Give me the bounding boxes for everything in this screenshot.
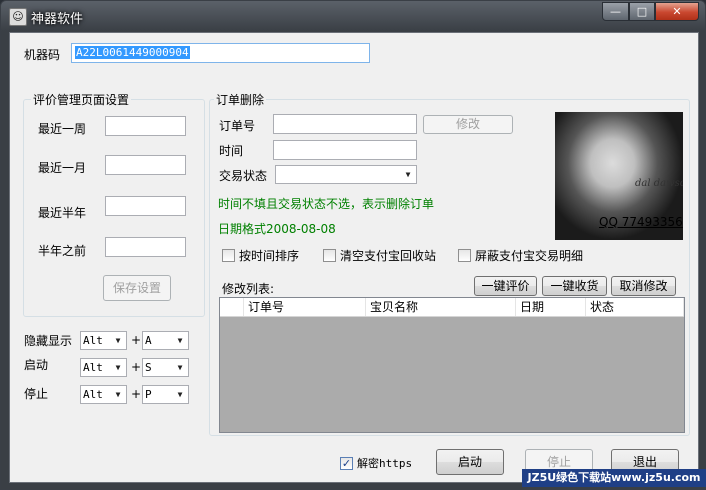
modify-button[interactable]: 修改 bbox=[423, 115, 513, 134]
list-header: 订单号 宝贝名称 日期 状态 bbox=[220, 298, 684, 317]
client-area: 机器码 A22L0061449000904 评价管理页面设置 最近一周 最近一月… bbox=[9, 32, 699, 483]
hotkey-label-stop: 停止 bbox=[24, 387, 49, 401]
window-title: 神器软件 bbox=[31, 12, 84, 27]
order-delete-title: 订单删除 bbox=[214, 91, 267, 108]
title-bar[interactable]: ☺ 神器软件 — □ ✕ bbox=[1, 1, 705, 31]
start-modifier-select[interactable]: Alt ▼ bbox=[80, 358, 127, 377]
modify-list-title: 修改列表: bbox=[222, 282, 275, 296]
start-key-select[interactable]: S ▼ bbox=[142, 358, 189, 377]
hotkey-label-start: 启动 bbox=[24, 358, 49, 372]
before-half-year-input[interactable] bbox=[105, 237, 186, 257]
one-click-receive-button[interactable]: 一键收货 bbox=[542, 276, 607, 296]
column-header-item-name[interactable]: 宝贝名称 bbox=[366, 298, 516, 316]
machine-code-label: 机器码 bbox=[24, 48, 61, 62]
field-label-half-year: 最近半年 bbox=[38, 206, 87, 220]
clear-recycle-checkbox[interactable] bbox=[323, 249, 336, 262]
minimize-button[interactable]: — bbox=[602, 2, 629, 21]
hide-modifier-select[interactable]: Alt ▼ bbox=[80, 331, 127, 350]
plus-sign: + bbox=[131, 360, 142, 374]
chevron-down-icon: ▼ bbox=[177, 336, 183, 345]
column-header-date[interactable]: 日期 bbox=[516, 298, 586, 316]
order-no-label: 订单号 bbox=[219, 119, 256, 133]
photo-signature: dal dawson bbox=[635, 178, 683, 189]
site-watermark: JZ5U绿色下载站www.jz5u.com bbox=[522, 469, 706, 487]
month-input[interactable] bbox=[105, 155, 186, 175]
machine-code-value: A22L0061449000904 bbox=[75, 46, 190, 59]
field-label-month: 最近一月 bbox=[38, 161, 87, 175]
decrypt-https-label: 解密https bbox=[357, 457, 413, 470]
start-key-value: S bbox=[145, 361, 152, 374]
save-settings-button[interactable]: 保存设置 bbox=[103, 275, 171, 301]
time-label: 时间 bbox=[219, 144, 244, 158]
sort-by-time-checkbox[interactable] bbox=[222, 249, 235, 262]
decrypt-https-checkbox[interactable]: ✓ bbox=[340, 457, 353, 470]
hide-key-select[interactable]: A ▼ bbox=[142, 331, 189, 350]
chevron-down-icon: ▼ bbox=[115, 336, 121, 345]
review-settings-title: 评价管理页面设置 bbox=[31, 91, 132, 108]
app-window: ☺ 神器软件 — □ ✕ 机器码 A22L0061449000904 评价管理页… bbox=[0, 0, 706, 490]
plus-sign: + bbox=[131, 333, 142, 347]
status-select[interactable]: ▼ bbox=[275, 165, 417, 184]
hide-key-value: A bbox=[145, 334, 152, 347]
stop-modifier-select[interactable]: Alt ▼ bbox=[80, 385, 127, 404]
hotkey-label-hide: 隐藏显示 bbox=[24, 334, 73, 348]
app-icon: ☺ bbox=[9, 8, 27, 26]
window-controls: — □ ✕ bbox=[602, 2, 699, 22]
block-details-checkbox[interactable] bbox=[458, 249, 471, 262]
stop-modifier-value: Alt bbox=[83, 388, 103, 401]
start-button[interactable]: 启动 bbox=[436, 449, 504, 475]
delete-hint: 时间不填且交易状态不选，表示删除订单 bbox=[218, 197, 435, 211]
chevron-down-icon: ▼ bbox=[177, 363, 183, 372]
stop-key-value: P bbox=[145, 388, 152, 401]
clear-recycle-label: 清空支付宝回收站 bbox=[340, 249, 437, 263]
column-header-order-no[interactable]: 订单号 bbox=[244, 298, 366, 316]
time-input[interactable] bbox=[273, 140, 417, 160]
stop-key-select[interactable]: P ▼ bbox=[142, 385, 189, 404]
field-label-week: 最近一周 bbox=[38, 122, 87, 136]
machine-code-input[interactable]: A22L0061449000904 bbox=[71, 43, 370, 63]
field-label-before-half-year: 半年之前 bbox=[38, 244, 87, 258]
modify-list[interactable]: 订单号 宝贝名称 日期 状态 bbox=[219, 297, 685, 433]
chevron-down-icon: ▼ bbox=[115, 363, 121, 372]
qq-contact-link[interactable]: QQ 77493356 bbox=[599, 215, 683, 229]
sort-by-time-label: 按时间排序 bbox=[239, 249, 300, 263]
status-label: 交易状态 bbox=[219, 169, 268, 183]
chevron-down-icon: ▼ bbox=[177, 390, 183, 399]
block-details-label: 屏蔽支付宝交易明细 bbox=[475, 249, 584, 263]
start-modifier-value: Alt bbox=[83, 361, 103, 374]
maximize-button[interactable]: □ bbox=[629, 2, 655, 21]
half-year-input[interactable] bbox=[105, 196, 186, 216]
column-header-select[interactable] bbox=[220, 298, 244, 316]
week-input[interactable] bbox=[105, 116, 186, 136]
date-format-hint: 日期格式2008-08-08 bbox=[218, 222, 336, 236]
chevron-down-icon: ▼ bbox=[115, 390, 121, 399]
column-header-status[interactable]: 状态 bbox=[586, 298, 684, 316]
chevron-down-icon: ▼ bbox=[405, 170, 411, 179]
one-click-review-button[interactable]: 一键评价 bbox=[474, 276, 537, 296]
hide-modifier-value: Alt bbox=[83, 334, 103, 347]
close-button[interactable]: ✕ bbox=[655, 2, 699, 21]
profile-photo: dal dawson QQ 77493356 bbox=[555, 112, 683, 240]
cancel-modify-button[interactable]: 取消修改 bbox=[611, 276, 676, 296]
plus-sign: + bbox=[131, 387, 142, 401]
order-no-input[interactable] bbox=[273, 114, 417, 134]
